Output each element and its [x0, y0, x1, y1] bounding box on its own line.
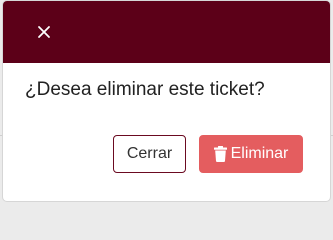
dialog-header — [3, 1, 330, 63]
delete-button[interactable]: Eliminar — [199, 135, 303, 173]
cancel-button[interactable]: Cerrar — [113, 135, 186, 173]
close-button[interactable] — [33, 21, 55, 43]
cancel-button-label: Cerrar — [126, 145, 173, 162]
confirm-delete-dialog: ¿Desea eliminar este ticket? Cerrar Elim… — [2, 0, 331, 202]
dialog-body: ¿Desea eliminar este ticket? Cerrar Elim… — [3, 63, 330, 201]
trash-icon — [213, 146, 227, 162]
confirm-message: ¿Desea eliminar este ticket? — [25, 79, 265, 100]
delete-button-label: Eliminar — [230, 145, 289, 162]
close-icon — [38, 26, 50, 38]
